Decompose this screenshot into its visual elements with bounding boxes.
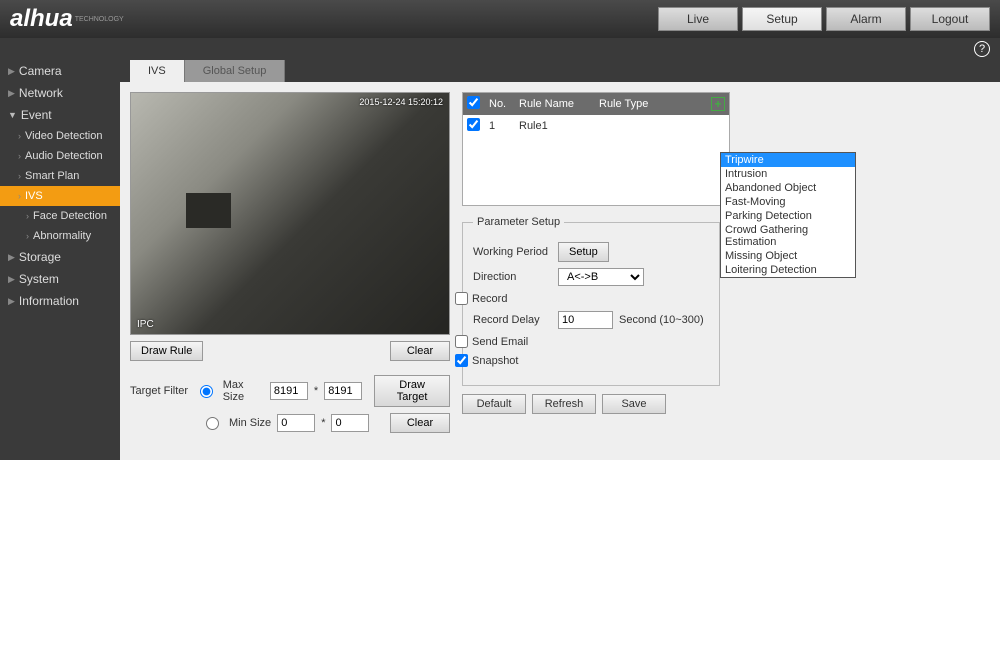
sidebar-item-storage[interactable]: ▶Storage [0, 246, 120, 268]
tabs: IVS Global Setup [120, 60, 1000, 82]
max-size-height[interactable] [324, 382, 362, 400]
parameter-setup: Parameter Setup Working Period Setup Dir… [462, 216, 720, 386]
rule-row-no: 1 [489, 120, 519, 132]
rule-type-option[interactable]: Fast-Moving [721, 195, 855, 209]
rule-row[interactable]: 1 Rule1 [463, 115, 729, 137]
sidebar-item-face-detection[interactable]: ›Face Detection [0, 206, 120, 226]
min-size-label: Min Size [229, 417, 271, 429]
target-filter-label: Target Filter [130, 385, 194, 397]
record-delay-input[interactable] [558, 311, 613, 329]
video-label: IPC [137, 319, 154, 330]
direction-label: Direction [473, 271, 558, 283]
snapshot-label: Snapshot [472, 355, 518, 367]
rule-type-option[interactable]: Abandoned Object [721, 181, 855, 195]
sidebar-item-network[interactable]: ▶Network [0, 82, 120, 104]
brand-logo: alhua [10, 5, 73, 33]
sidebar-item-ivs[interactable]: ›IVS [0, 186, 120, 206]
working-period-setup-button[interactable]: Setup [558, 242, 609, 262]
add-rule-icon[interactable]: + [711, 97, 725, 111]
nav-alarm[interactable]: Alarm [826, 7, 906, 31]
sidebar-item-information[interactable]: ▶Information [0, 290, 120, 312]
nav-setup[interactable]: Setup [742, 7, 822, 31]
rule-table: No. Rule Name Rule Type + 1 Rule1 [462, 92, 730, 206]
nav-live[interactable]: Live [658, 7, 738, 31]
max-size-label: Max Size [223, 379, 264, 403]
header-nav: Live Setup Alarm Logout [658, 7, 990, 31]
nav-logout[interactable]: Logout [910, 7, 990, 31]
send-email-checkbox[interactable] [455, 335, 468, 348]
clear-target-button[interactable]: Clear [390, 413, 450, 433]
sidebar-item-smart-plan[interactable]: ›Smart Plan [0, 166, 120, 186]
direction-select[interactable]: A<->B [558, 268, 644, 286]
refresh-button[interactable]: Refresh [532, 394, 596, 414]
rule-check-all[interactable] [467, 96, 480, 109]
clear-rule-button[interactable]: Clear [390, 341, 450, 361]
col-no: No. [489, 98, 519, 110]
rule-row-check[interactable] [467, 118, 480, 131]
record-label: Record [472, 293, 507, 305]
record-delay-unit: Second (10~300) [619, 314, 704, 326]
sidebar-item-event[interactable]: ▼Event [0, 104, 120, 126]
rule-type-option[interactable]: Parking Detection [721, 209, 855, 223]
sidebar: ▶Camera ▶Network ▼Event ›Video Detection… [0, 60, 120, 460]
rule-type-dropdown[interactable]: TripwireIntrusionAbandoned ObjectFast-Mo… [720, 152, 856, 278]
min-size-width[interactable] [277, 414, 315, 432]
draw-target-button[interactable]: Draw Target [374, 375, 450, 407]
sidebar-item-camera[interactable]: ▶Camera [0, 60, 120, 82]
sidebar-item-audio-detection[interactable]: ›Audio Detection [0, 146, 120, 166]
rule-type-option[interactable]: Intrusion [721, 167, 855, 181]
rule-type-option[interactable]: Missing Object [721, 249, 855, 263]
max-size-radio[interactable] [200, 385, 213, 398]
working-period-label: Working Period [473, 246, 558, 258]
save-button[interactable]: Save [602, 394, 666, 414]
parameter-legend: Parameter Setup [473, 216, 564, 228]
tab-ivs[interactable]: IVS [130, 60, 185, 82]
sidebar-item-system[interactable]: ▶System [0, 268, 120, 290]
brand-sub: TECHNOLOGY [75, 16, 124, 23]
sidebar-item-abnormality[interactable]: ›Abnormality [0, 226, 120, 246]
rule-type-option[interactable]: Loitering Detection [721, 263, 855, 277]
rule-row-name: Rule1 [519, 120, 599, 132]
rule-type-option[interactable]: Tripwire [721, 153, 855, 167]
rule-type-option[interactable]: Crowd Gathering Estimation [721, 223, 855, 249]
default-button[interactable]: Default [462, 394, 526, 414]
video-preview: 2015-12-24 15:20:12 IPC [130, 92, 450, 335]
min-size-height[interactable] [331, 414, 369, 432]
col-rule-name: Rule Name [519, 98, 599, 110]
col-rule-type: Rule Type [599, 98, 711, 110]
min-size-radio[interactable] [206, 417, 219, 430]
draw-rule-button[interactable]: Draw Rule [130, 341, 203, 361]
video-timestamp: 2015-12-24 15:20:12 [359, 97, 443, 107]
snapshot-checkbox[interactable] [455, 354, 468, 367]
max-size-width[interactable] [270, 382, 308, 400]
send-email-label: Send Email [472, 336, 528, 348]
help-icon[interactable]: ? [974, 41, 990, 57]
record-checkbox[interactable] [455, 292, 468, 305]
record-delay-label: Record Delay [473, 314, 558, 326]
sidebar-item-video-detection[interactable]: ›Video Detection [0, 126, 120, 146]
tab-global-setup[interactable]: Global Setup [185, 60, 286, 82]
